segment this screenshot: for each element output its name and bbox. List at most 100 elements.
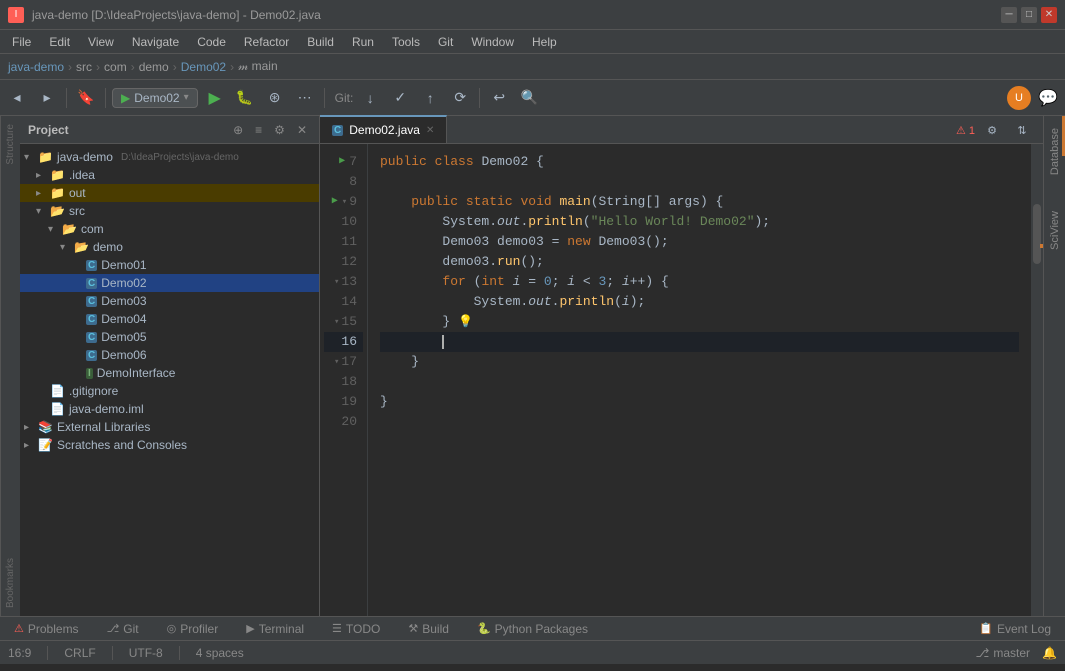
line-col-status[interactable]: 16:9 bbox=[8, 646, 31, 660]
tree-item-gitignore[interactable]: 📄 .gitignore bbox=[20, 382, 319, 400]
code-content[interactable]: public class Demo02 { public static void… bbox=[368, 144, 1031, 616]
tab-close-button[interactable]: ✕ bbox=[426, 125, 434, 136]
fold-gutter-13[interactable]: ▾ bbox=[334, 272, 339, 292]
close-button[interactable]: ✕ bbox=[1041, 7, 1057, 23]
scroll-thumb[interactable] bbox=[1033, 204, 1041, 264]
search-button[interactable]: 🔍 bbox=[516, 85, 542, 111]
git-tool[interactable]: ⎇ Git bbox=[101, 620, 145, 638]
run-gutter-7[interactable]: ▶ bbox=[339, 152, 345, 172]
tree-item-demo03[interactable]: C Demo03 bbox=[20, 292, 319, 310]
notifications-button[interactable]: 💬 bbox=[1035, 85, 1061, 111]
tree-item-demo[interactable]: ▾ 📂 demo bbox=[20, 238, 319, 256]
bookmark-button[interactable]: 🔖 bbox=[73, 85, 99, 111]
tab-expand-button[interactable]: ⇅ bbox=[1009, 117, 1035, 143]
menu-git[interactable]: Git bbox=[430, 33, 461, 51]
run-with-coverage-button[interactable]: ⊛ bbox=[262, 85, 288, 111]
tree-item-com[interactable]: ▾ 📂 com bbox=[20, 220, 319, 238]
tree-item-ext-libs[interactable]: ▸ 📚 External Libraries bbox=[20, 418, 319, 436]
database-panel-toggle[interactable]: Database bbox=[1045, 120, 1065, 183]
run-gutter-9[interactable]: ▶ bbox=[332, 192, 338, 212]
toolbar-separator-4 bbox=[479, 88, 480, 108]
maximize-button[interactable]: □ bbox=[1021, 7, 1037, 23]
menu-refactor[interactable]: Refactor bbox=[236, 33, 297, 51]
run-config-selector[interactable]: ▶ Demo02 ▾ bbox=[112, 88, 198, 108]
more-run-button[interactable]: ⋯ bbox=[292, 85, 318, 111]
menu-code[interactable]: Code bbox=[189, 33, 234, 51]
tree-item-demo04[interactable]: C Demo04 bbox=[20, 310, 319, 328]
tree-item-src[interactable]: ▾ 📂 src bbox=[20, 202, 319, 220]
user-avatar-button[interactable]: U bbox=[1007, 86, 1031, 110]
menu-help[interactable]: Help bbox=[524, 33, 565, 51]
tree-item-out[interactable]: ▸ 📁 out bbox=[20, 184, 319, 202]
event-log-tool[interactable]: 📋 Event Log bbox=[973, 620, 1057, 638]
breadcrumb-main[interactable]: 𝓂 main bbox=[238, 59, 278, 74]
undo-button[interactable]: ↩ bbox=[486, 85, 512, 111]
tab-settings-button[interactable]: ⚙ bbox=[979, 117, 1005, 143]
profiler-tool[interactable]: ◎ Profiler bbox=[161, 620, 225, 638]
run-button[interactable]: ▶ bbox=[202, 85, 228, 111]
breadcrumb-demo[interactable]: demo bbox=[139, 60, 169, 74]
fold-gutter-9[interactable]: ▾ bbox=[342, 192, 347, 212]
project-collapse-button[interactable]: ≡ bbox=[251, 121, 266, 139]
event-log-label: Event Log bbox=[997, 622, 1051, 636]
project-settings-button[interactable]: ⚙ bbox=[270, 121, 289, 139]
menu-window[interactable]: Window bbox=[463, 33, 522, 51]
terminal-tool[interactable]: ▶ Terminal bbox=[240, 620, 310, 638]
line-ending-status[interactable]: CRLF bbox=[64, 646, 95, 660]
git-tool-label: Git bbox=[123, 622, 138, 636]
tree-item-iml[interactable]: 📄 java-demo.iml bbox=[20, 400, 319, 418]
notifications-status[interactable]: 🔔 bbox=[1042, 646, 1057, 660]
menu-view[interactable]: View bbox=[80, 33, 122, 51]
fold-gutter-15[interactable]: ▾ bbox=[334, 312, 339, 332]
menu-tools[interactable]: Tools bbox=[384, 33, 428, 51]
tree-item-idea[interactable]: ▸ 📁 .idea bbox=[20, 166, 319, 184]
git-update-button[interactable]: ↓ bbox=[357, 85, 383, 111]
debug-button[interactable]: 🐛 bbox=[232, 85, 258, 111]
menu-build[interactable]: Build bbox=[299, 33, 342, 51]
tree-item-demo01[interactable]: C Demo01 bbox=[20, 256, 319, 274]
menu-file[interactable]: File bbox=[4, 33, 39, 51]
menu-edit[interactable]: Edit bbox=[41, 33, 78, 51]
code-line-7: public class Demo02 { bbox=[380, 152, 1019, 172]
navigate-back-button[interactable]: ◂ bbox=[4, 85, 30, 111]
git-push-button[interactable]: ↑ bbox=[417, 85, 443, 111]
todo-tool[interactable]: ☰ TODO bbox=[326, 620, 386, 638]
code-line-16[interactable] bbox=[380, 332, 1019, 352]
tree-item-root[interactable]: ▾ 📁 java-demo D:\IdeaProjects\java-demo bbox=[20, 148, 319, 166]
toolbar-separator-3 bbox=[324, 88, 325, 108]
git-history-button[interactable]: ⟳ bbox=[447, 85, 473, 111]
git-branch-status[interactable]: ⎇ master bbox=[976, 646, 1031, 660]
tree-item-demo02[interactable]: C Demo02 bbox=[20, 274, 319, 292]
tree-item-scratches[interactable]: ▸ 📝 Scratches and Consoles bbox=[20, 436, 319, 454]
problems-tool[interactable]: ⚠ Problems bbox=[8, 620, 85, 638]
breadcrumb-demo02[interactable]: Demo02 bbox=[181, 60, 226, 74]
breadcrumb-src[interactable]: src bbox=[76, 60, 92, 74]
structure-panel-toggle[interactable]: Structure bbox=[3, 116, 18, 173]
tree-item-demointerface[interactable]: I DemoInterface bbox=[20, 364, 319, 382]
tab-actions: ⚠ 1 ⚙ ⇅ bbox=[956, 117, 1043, 143]
minimize-button[interactable]: ─ bbox=[1001, 7, 1017, 23]
project-sync-button[interactable]: ⊕ bbox=[229, 121, 247, 139]
breadcrumb-com[interactable]: com bbox=[104, 60, 127, 74]
bookmarks-panel-toggle[interactable]: Bookmarks bbox=[3, 550, 18, 616]
tree-item-demo06[interactable]: C Demo06 bbox=[20, 346, 319, 364]
breadcrumb-project[interactable]: java-demo bbox=[8, 60, 64, 74]
python-packages-tool[interactable]: 🐍 Python Packages bbox=[471, 620, 594, 638]
build-tool[interactable]: ⚒ Build bbox=[402, 620, 455, 638]
editor-tab-demo02[interactable]: C Demo02.java ✕ bbox=[320, 115, 447, 143]
sciview-panel-toggle[interactable]: SciView bbox=[1045, 203, 1065, 258]
indent-status[interactable]: 4 spaces bbox=[196, 646, 244, 660]
lightbulb-icon[interactable]: 💡 bbox=[458, 312, 473, 332]
encoding-status[interactable]: UTF-8 bbox=[129, 646, 163, 660]
menu-navigate[interactable]: Navigate bbox=[124, 33, 187, 51]
project-panel-close-button[interactable]: ✕ bbox=[293, 121, 311, 139]
tree-item-demo05[interactable]: C Demo05 bbox=[20, 328, 319, 346]
menu-run[interactable]: Run bbox=[344, 33, 382, 51]
editor-scrollbar[interactable] bbox=[1031, 144, 1043, 616]
navigate-forward-button[interactable]: ▸ bbox=[34, 85, 60, 111]
code-editor[interactable]: ▶ 7 8 ▶ ▾ 9 10 11 12 ▾ bbox=[320, 144, 1043, 616]
fold-gutter-17[interactable]: ▾ bbox=[334, 352, 339, 372]
demointerface-java-icon: I bbox=[86, 368, 93, 379]
git-commit-button[interactable]: ✓ bbox=[387, 85, 413, 111]
project-folder-icon: 📁 bbox=[38, 150, 53, 164]
